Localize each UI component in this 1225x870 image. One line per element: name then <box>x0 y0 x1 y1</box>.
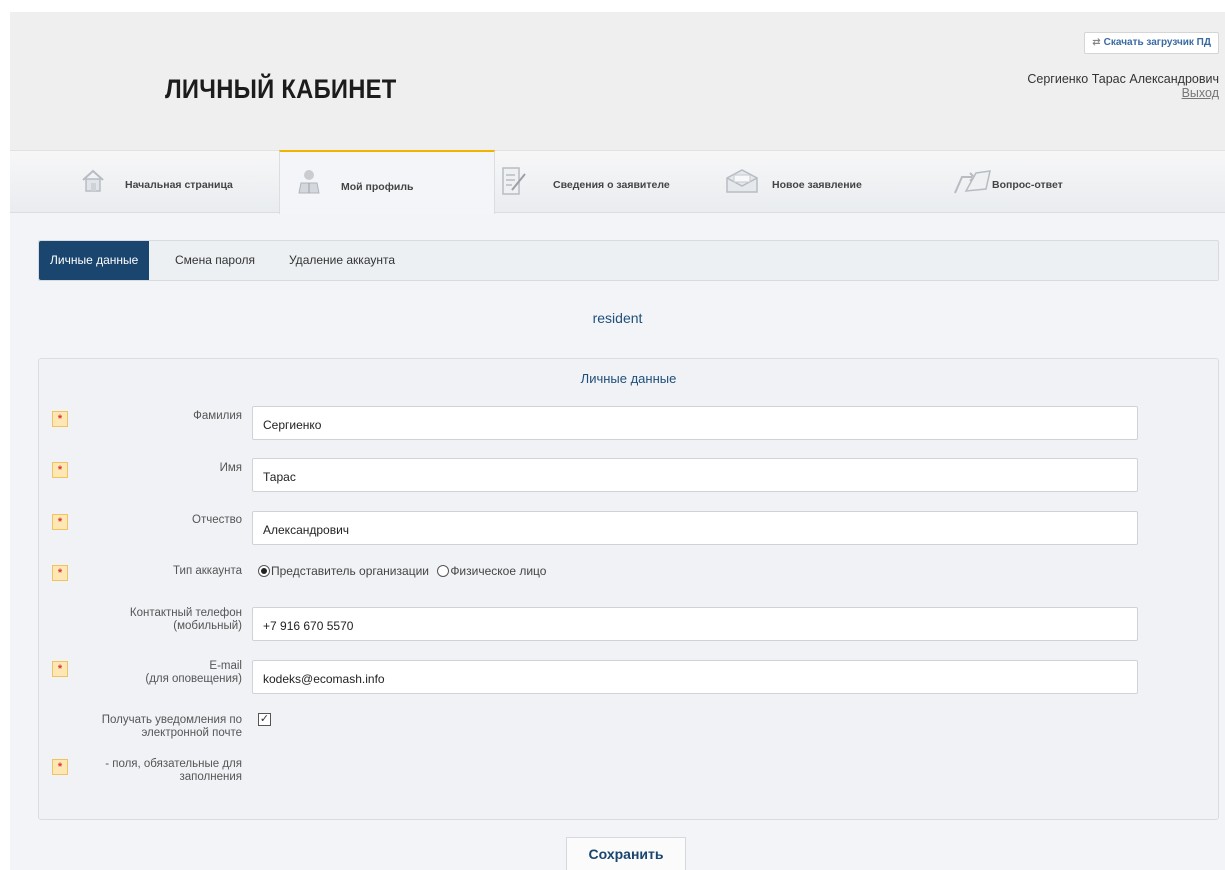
checkmark-icon: ✓ <box>259 713 270 725</box>
download-loader-label: Скачать загрузчик ПД <box>1103 37 1211 48</box>
arrows-exchange-icon: ⇄ <box>1092 37 1101 48</box>
phone-label: Контактный телефон (мобильный) <box>130 607 242 633</box>
notify-label-line1: Получать уведомления по <box>101 714 242 726</box>
page: ЛИЧНЫЙ КАБИНЕТ ⇄ Скачать загрузчик ПД Сер… <box>10 12 1225 870</box>
login-name: resident <box>592 310 643 326</box>
logout-link[interactable]: Выход <box>1182 86 1219 100</box>
phone-label-line1: Контактный телефон <box>129 607 242 619</box>
required-marker: * <box>52 565 68 581</box>
notify-label: Получать уведомления по электронной почт… <box>102 714 242 740</box>
firstname-label: Имя <box>219 462 242 474</box>
user-name: Сергиенко Тарас Александрович <box>1027 72 1219 86</box>
required-legend-line2: заполнения <box>179 771 243 783</box>
nav-item-profile[interactable]: Мой профиль <box>279 150 495 214</box>
phone-input[interactable] <box>252 607 1138 641</box>
nav-item-faq-label: Вопрос-ответ <box>992 179 1063 191</box>
account-type-label: Тип аккаунта <box>173 565 242 577</box>
nav-item-home-label: Начальная страница <box>125 179 233 191</box>
profile-subtabs: Личные данные Смена пароля Удаление акка… <box>38 240 1219 281</box>
personal-data-form: Личные данные * Фамилия * Имя * Отчество… <box>38 358 1219 820</box>
phone-label-line2: (мобильный) <box>173 620 242 632</box>
home-icon <box>80 168 106 197</box>
site-title: ЛИЧНЫЙ КАБИНЕТ <box>165 74 397 104</box>
account-type-radio-group: Представитель организации Физическое лиц… <box>258 564 551 578</box>
account-type-individual-radio[interactable]: Физическое лицо <box>437 564 546 578</box>
email-label-line2: (для оповещения) <box>145 673 242 685</box>
nav-item-faq[interactable]: Вопрос-ответ <box>952 151 1142 213</box>
nav-item-applicant-info-label: Сведения о заявителе <box>553 179 670 191</box>
chat-arrows-icon <box>952 167 992 198</box>
tab-delete-account[interactable]: Удаление аккаунта <box>289 241 395 280</box>
form-title: Личные данные <box>580 371 677 386</box>
radio-selected-icon <box>258 565 270 577</box>
nav-item-new-application[interactable]: Новое заявление <box>725 151 925 213</box>
save-button[interactable]: Сохранить <box>566 837 686 870</box>
account-type-organization-label: Представитель организации <box>271 564 429 578</box>
required-marker: * <box>52 661 68 677</box>
envelope-icon <box>725 169 759 196</box>
notify-checkbox[interactable]: ✓ <box>258 713 271 726</box>
download-loader-button[interactable]: ⇄ Скачать загрузчик ПД <box>1084 32 1219 54</box>
main-nav: Начальная страница Мой профиль Сведения … <box>10 150 1225 214</box>
lastname-label: Фамилия <box>193 410 242 422</box>
nav-item-new-application-label: Новое заявление <box>772 179 862 191</box>
required-marker: * <box>52 514 68 530</box>
email-label-line1: E-mail <box>209 660 242 672</box>
nav-item-profile-label: Мой профиль <box>341 181 414 193</box>
required-marker: * <box>52 462 68 478</box>
account-type-organization-radio[interactable]: Представитель организации <box>258 564 429 578</box>
required-marker: * <box>52 759 68 775</box>
middlename-label: Отчество <box>192 514 242 526</box>
email-input[interactable] <box>252 660 1138 694</box>
nav-item-home[interactable]: Начальная страница <box>80 151 270 213</box>
nav-item-applicant-info[interactable]: Сведения о заявителе <box>500 151 710 213</box>
account-type-individual-label: Физическое лицо <box>450 564 547 578</box>
tab-personal-data[interactable]: Личные данные <box>39 241 150 280</box>
radio-unselected-icon <box>437 565 450 577</box>
required-legend: - поля, обязательные для заполнения <box>105 758 242 784</box>
notify-label-line2: электронной почте <box>141 727 242 739</box>
header: ЛИЧНЫЙ КАБИНЕТ ⇄ Скачать загрузчик ПД Сер… <box>10 12 1225 150</box>
required-legend-line1: - поля, обязательные для <box>105 758 242 770</box>
firstname-input[interactable] <box>252 458 1138 492</box>
middlename-input[interactable] <box>252 511 1138 545</box>
document-edit-icon <box>500 166 528 199</box>
user-profile-icon <box>297 168 321 197</box>
email-label: E-mail (для оповещения) <box>145 660 242 686</box>
required-marker: * <box>52 411 68 427</box>
lastname-input[interactable] <box>252 406 1138 440</box>
tab-change-password[interactable]: Смена пароля <box>175 241 255 280</box>
